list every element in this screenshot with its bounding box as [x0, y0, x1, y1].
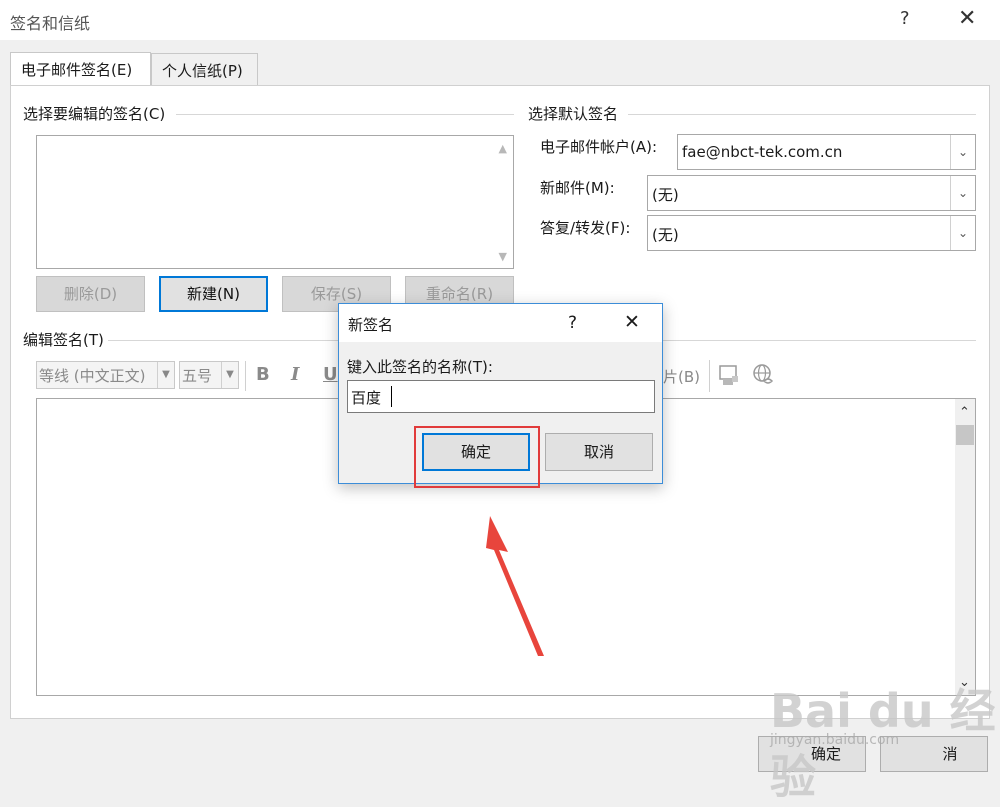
chevron-down-icon[interactable]: ▼: [157, 362, 174, 388]
new-button[interactable]: 新建(N): [159, 276, 268, 312]
help-button[interactable]: ?: [900, 8, 910, 29]
chevron-down-icon[interactable]: ⌄: [950, 216, 975, 250]
business-card-button[interactable]: 片(B): [663, 366, 700, 387]
hyperlink-icon[interactable]: [752, 363, 776, 393]
scroll-thumb[interactable]: [956, 425, 974, 445]
dialog-close-button[interactable]: ✕: [624, 311, 640, 333]
scroll-up-icon[interactable]: ⌃: [959, 405, 970, 420]
reply-label: 答复/转发(F):: [540, 219, 631, 237]
signature-name-input[interactable]: 百度: [347, 380, 655, 413]
size-select[interactable]: 五号 ▼: [179, 361, 239, 389]
chevron-down-icon[interactable]: ▼: [221, 362, 238, 388]
delete-button[interactable]: 删除(D): [36, 276, 145, 312]
account-select[interactable]: fae@nbct-tek.com.cn ⌄: [677, 134, 976, 170]
new-mail-label: 新邮件(M):: [540, 179, 615, 197]
signature-list[interactable]: ▲ ▼: [36, 135, 514, 269]
font-value: 等线 (中文正文): [39, 367, 146, 385]
font-select[interactable]: 等线 (中文正文) ▼: [36, 361, 175, 389]
section-divider: [176, 114, 514, 115]
bold-button[interactable]: B: [256, 364, 270, 385]
edit-signature-label: 编辑签名(T): [23, 331, 104, 349]
title-bar: [0, 0, 1000, 40]
scroll-down-icon[interactable]: ▼: [499, 250, 507, 263]
scroll-up-icon[interactable]: ▲: [499, 142, 507, 155]
dialog-prompt: 键入此签名的名称(T):: [347, 358, 493, 376]
new-mail-value: (无): [652, 186, 679, 204]
tab-email-signature[interactable]: 电子邮件签名(E): [10, 52, 151, 86]
account-value: fae@nbct-tek.com.cn: [682, 143, 843, 161]
editor-scrollbar[interactable]: ⌃ ⌄: [955, 399, 975, 695]
dialog-title: 新签名: [348, 316, 394, 334]
window-title: 签名和信纸: [10, 14, 91, 33]
text-caret: [391, 386, 392, 407]
chevron-down-icon[interactable]: ⌄: [950, 176, 975, 210]
italic-button[interactable]: I: [291, 364, 299, 385]
new-mail-select[interactable]: (无) ⌄: [647, 175, 976, 211]
insert-picture-icon[interactable]: [718, 364, 740, 392]
size-value: 五号: [182, 367, 213, 385]
highlight-box: [414, 426, 540, 488]
select-signature-label: 选择要编辑的签名(C): [23, 105, 166, 123]
toolbar-divider: [245, 361, 246, 391]
section-divider: [628, 114, 976, 115]
watermark-url: jingyan.baidu.com: [770, 732, 900, 748]
signature-name-value: 百度: [351, 389, 382, 407]
annotation-arrow: [486, 516, 544, 656]
reply-select[interactable]: (无) ⌄: [647, 215, 976, 251]
chevron-down-icon[interactable]: ⌄: [950, 135, 975, 169]
account-label: 电子邮件帐户(A):: [540, 138, 658, 156]
default-signature-label: 选择默认签名: [528, 105, 619, 123]
underline-button[interactable]: U: [323, 364, 338, 385]
close-button[interactable]: ✕: [958, 6, 976, 31]
reply-value: (无): [652, 226, 679, 244]
dialog-cancel-button[interactable]: 取消: [545, 433, 653, 471]
dialog-help-button[interactable]: ?: [568, 313, 577, 333]
toolbar-divider: [709, 360, 710, 392]
tab-personal-stationery[interactable]: 个人信纸(P): [151, 53, 258, 85]
